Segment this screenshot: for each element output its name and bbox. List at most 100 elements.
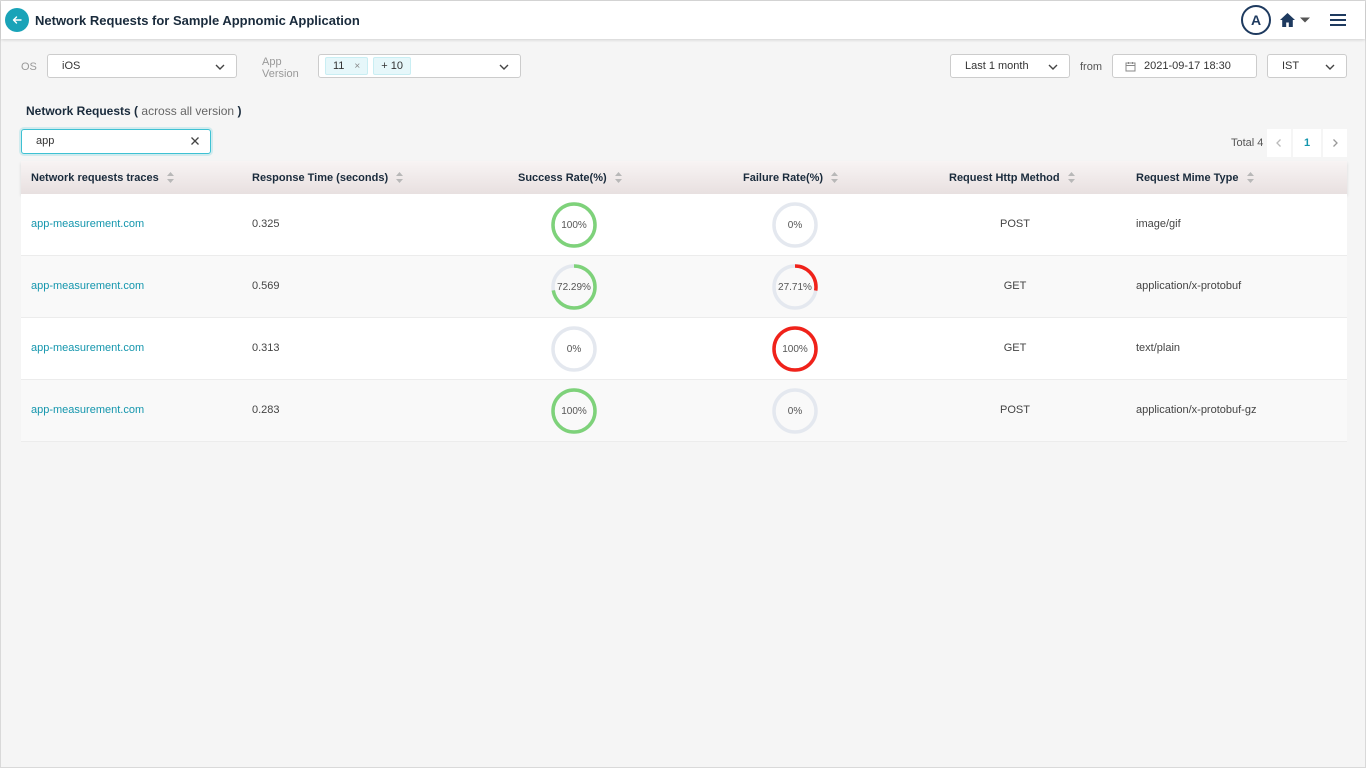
chevron-right-icon <box>1333 139 1338 147</box>
from-label: from <box>1080 61 1102 73</box>
sort-icon[interactable] <box>166 171 175 184</box>
success-rate-value: 100% <box>561 405 587 417</box>
arrow-left-icon <box>12 16 22 24</box>
table-row: app-measurement.com 0.313 0% 100% GET te… <box>21 318 1347 380</box>
failure-rate-ring: 0% <box>771 201 819 249</box>
success-rate-ring: 100% <box>550 201 598 249</box>
search-input[interactable] <box>36 130 186 152</box>
network-requests-table: Network requests traces Response Time (s… <box>21 161 1347 442</box>
mime-type-cell: application/x-protobuf <box>1136 280 1242 292</box>
response-time-cell: 0.283 <box>252 404 280 416</box>
mime-type-cell: image/gif <box>1136 218 1181 230</box>
http-method-cell: GET <box>1003 342 1027 354</box>
from-date-value: 2021-09-17 18:30 <box>1144 60 1231 72</box>
column-header-response-time[interactable]: Response Time (seconds) <box>252 171 404 184</box>
os-label: OS <box>21 61 37 73</box>
main-menu-button[interactable] <box>1327 9 1349 31</box>
time-range-select[interactable]: Last 1 month <box>950 54 1070 78</box>
app-header: Network Requests for Sample Appnomic App… <box>1 1 1365 39</box>
section-title-main: Network Requests <box>26 104 131 118</box>
column-header-label: Network requests traces <box>31 171 159 184</box>
mime-type-cell: text/plain <box>1136 342 1181 354</box>
caret-down-icon <box>1300 17 1310 23</box>
table-header: Network requests traces Response Time (s… <box>21 161 1347 194</box>
column-header-http-method[interactable]: Request Http Method <box>949 171 1076 184</box>
success-rate-value: 0% <box>566 343 582 355</box>
failure-rate-value: 0% <box>787 405 803 417</box>
calendar-icon <box>1125 61 1136 71</box>
sort-icon[interactable] <box>830 171 839 184</box>
trace-link[interactable]: app-measurement.com <box>31 218 144 230</box>
mime-type-cell: application/x-protobuf-gz <box>1136 404 1257 416</box>
section-title: Network Requests ( across all version ) <box>26 104 241 118</box>
total-count: Total 4 <box>1231 137 1264 149</box>
response-time-cell: 0.569 <box>252 280 280 292</box>
failure-rate-ring: 27.71% <box>771 263 819 311</box>
app-version-label-line1: App <box>262 56 282 68</box>
failure-rate-ring: 100% <box>771 325 819 373</box>
home-dropdown-button[interactable] <box>1279 11 1315 29</box>
timezone-value: IST <box>1282 60 1300 72</box>
app-version-label: App Version <box>262 56 299 80</box>
prev-page-button[interactable] <box>1267 129 1291 157</box>
sort-icon[interactable] <box>1067 171 1076 184</box>
column-header-failure-rate[interactable]: Failure Rate(%) <box>743 171 839 184</box>
app-version-select[interactable]: 11 × + 10 <box>318 54 521 78</box>
success-rate-ring: 0% <box>550 325 598 373</box>
failure-rate-ring: 0% <box>771 387 819 435</box>
version-tag-more-label: + 10 <box>381 60 403 72</box>
table-row: app-measurement.com 0.283 100% 0% POST a… <box>21 380 1347 442</box>
column-header-label: Failure Rate(%) <box>743 171 824 184</box>
version-tag-more: + 10 <box>373 57 411 75</box>
sort-icon[interactable] <box>395 171 404 184</box>
chevron-down-icon <box>1048 64 1058 70</box>
column-header-trace[interactable]: Network requests traces <box>31 171 175 184</box>
success-rate-value: 72.29% <box>557 281 591 293</box>
timezone-select[interactable]: IST <box>1267 54 1347 78</box>
os-select[interactable]: iOS <box>47 54 237 78</box>
close-icon[interactable] <box>190 136 200 146</box>
home-icon <box>1280 13 1295 27</box>
response-time-cell: 0.325 <box>252 218 280 230</box>
trace-link[interactable]: app-measurement.com <box>31 404 144 416</box>
column-header-label: Success Rate(%) <box>518 171 607 184</box>
column-header-success-rate[interactable]: Success Rate(%) <box>518 171 623 184</box>
column-header-mime-type[interactable]: Request Mime Type <box>1136 171 1255 184</box>
version-tag: 11 × <box>325 57 369 75</box>
failure-rate-value: 0% <box>787 219 803 231</box>
http-method-cell: POST <box>1000 218 1030 230</box>
chevron-down-icon <box>215 64 225 70</box>
table-row: app-measurement.com 0.569 72.29% 27.71% … <box>21 256 1347 318</box>
http-method-cell: GET <box>1003 280 1027 292</box>
os-select-value: iOS <box>62 60 81 72</box>
success-rate-ring: 100% <box>550 387 598 435</box>
failure-rate-value: 27.71% <box>778 281 812 293</box>
column-header-label: Request Http Method <box>949 171 1060 184</box>
time-range-value: Last 1 month <box>965 60 1029 72</box>
response-time-cell: 0.313 <box>252 342 280 354</box>
next-page-button[interactable] <box>1323 129 1347 157</box>
section-subtitle: across all version <box>141 104 235 118</box>
column-header-label: Response Time (seconds) <box>252 171 389 184</box>
from-date-picker[interactable]: 2021-09-17 18:30 <box>1112 54 1257 78</box>
column-header-label: Request Mime Type <box>1136 171 1239 184</box>
section-title-open-paren: ( <box>134 104 139 118</box>
failure-rate-value: 100% <box>782 343 808 355</box>
chevron-left-icon <box>1276 139 1281 147</box>
chevron-down-icon <box>499 64 509 70</box>
app-version-label-line2: Version <box>262 68 299 80</box>
trace-link[interactable]: app-measurement.com <box>31 342 144 354</box>
avatar[interactable]: A <box>1241 5 1271 35</box>
success-rate-ring: 72.29% <box>550 263 598 311</box>
hamburger-menu-icon <box>1330 14 1346 26</box>
http-method-cell: POST <box>1000 404 1030 416</box>
success-rate-value: 100% <box>561 219 587 231</box>
trace-link[interactable]: app-measurement.com <box>31 280 144 292</box>
sort-icon[interactable] <box>1246 171 1255 184</box>
tag-remove-icon[interactable]: × <box>354 61 360 72</box>
back-button[interactable] <box>5 8 29 32</box>
sort-icon[interactable] <box>614 171 623 184</box>
page-number-1[interactable]: 1 <box>1293 129 1321 157</box>
table-row: app-measurement.com 0.325 100% 0% POST i… <box>21 194 1347 256</box>
version-tag-label: 11 <box>333 60 345 72</box>
